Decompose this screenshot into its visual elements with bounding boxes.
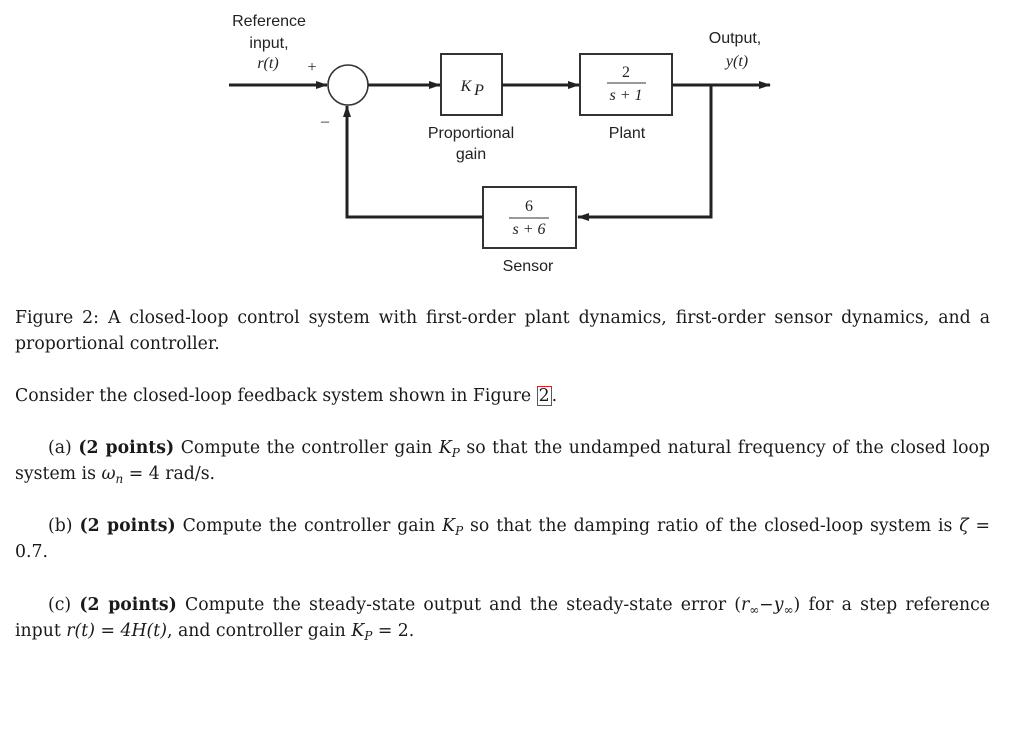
reference-signal-label: r(t) xyxy=(257,55,278,72)
infinity-subscript: ∞ xyxy=(749,603,760,617)
controller-block xyxy=(440,53,503,116)
steady-state-error-expression: (r∞−y∞) xyxy=(734,595,801,617)
kp-symbol: K xyxy=(351,621,365,641)
reference-label-line1: Reference xyxy=(232,13,306,30)
question-b-text-after: so that the damping ratio of the closed-… xyxy=(470,516,953,536)
y-symbol: y xyxy=(773,595,784,615)
question-b-points: (2 points) xyxy=(79,516,176,536)
question-a-text-before: Compute the controller gain xyxy=(180,438,433,458)
intro-period: . xyxy=(551,386,558,406)
kp-symbol: K xyxy=(442,516,456,536)
plus-sign: + xyxy=(307,59,316,76)
question-b-text-before: Compute the controller gain xyxy=(182,516,436,536)
kp-subscript: P xyxy=(455,524,464,538)
sensor-caption: Sensor xyxy=(503,258,554,275)
kp-subscript: P xyxy=(364,629,373,643)
kp-symbol: K xyxy=(438,438,452,458)
summing-junction xyxy=(327,64,369,106)
question-c-text-mid2: , and controller gain xyxy=(166,621,346,641)
block-diagram: Reference input, r(t) + – K P Proportion… xyxy=(229,13,771,275)
question-b-id: (b) xyxy=(48,516,73,536)
question-c-kp-value: = 2. xyxy=(377,621,415,641)
question-a-math-value: = 4 rad/s. xyxy=(128,464,216,484)
reference-label-line2: input, xyxy=(249,35,288,52)
plant-denominator: s + 1 xyxy=(609,87,642,104)
zeta-symbol: ζ xyxy=(959,516,969,536)
intro-paragraph: Consider the closed-loop feedback system… xyxy=(15,383,990,409)
plant-denominator-text: s + 1 xyxy=(609,87,642,104)
output-label-line1: Output, xyxy=(709,30,761,47)
plant-caption: Plant xyxy=(609,125,646,142)
question-a-kp: KP xyxy=(438,438,460,460)
question-a-id: (a) xyxy=(48,438,72,458)
controller-caption-line1: Proportional xyxy=(428,125,514,142)
output-signal-label: y(t) xyxy=(724,53,748,70)
kp-subscript: P xyxy=(451,446,460,460)
question-c-kp: KP xyxy=(351,621,373,643)
omega-symbol: ω xyxy=(101,464,116,484)
controller-caption-line2: gain xyxy=(456,146,486,163)
step-input-expression: r(t) = 4H(t) xyxy=(66,621,167,641)
controller-symbol: K xyxy=(460,78,473,95)
question-a-points: (2 points) xyxy=(78,438,175,458)
question-b: (b) (2 points) Compute the controller ga… xyxy=(15,513,990,565)
sensor-denominator: s + 6 xyxy=(512,221,545,238)
plant-numerator: 2 xyxy=(622,64,630,81)
intro-text: Consider the closed-loop feedback system… xyxy=(15,386,532,406)
figure-caption-label: Figure 2: xyxy=(15,308,99,328)
sensor-numerator: 6 xyxy=(525,198,533,215)
minus-sign: – xyxy=(320,113,330,130)
infinity-subscript: ∞ xyxy=(783,603,794,617)
figure-caption: Figure 2: A closed-loop control system w… xyxy=(15,305,990,357)
controller-subscript: P xyxy=(473,82,484,99)
figure-caption-text: A closed-loop control system with first-… xyxy=(15,308,990,354)
omega-n-symbol: ωn xyxy=(101,464,124,486)
question-c: (c) (2 points) Compute the steady-state … xyxy=(15,592,990,644)
question-b-kp: KP xyxy=(442,516,464,538)
question-c-id: (c) xyxy=(48,595,72,615)
question-c-points: (2 points) xyxy=(79,595,177,615)
minus-operator: − xyxy=(759,595,774,615)
question-c-text-before: Compute the steady-state output and the … xyxy=(184,595,727,615)
omega-subscript: n xyxy=(115,472,124,486)
question-a: (a) (2 points) Compute the controller ga… xyxy=(15,435,990,487)
figure-reference-link[interactable]: 2 xyxy=(536,386,552,406)
